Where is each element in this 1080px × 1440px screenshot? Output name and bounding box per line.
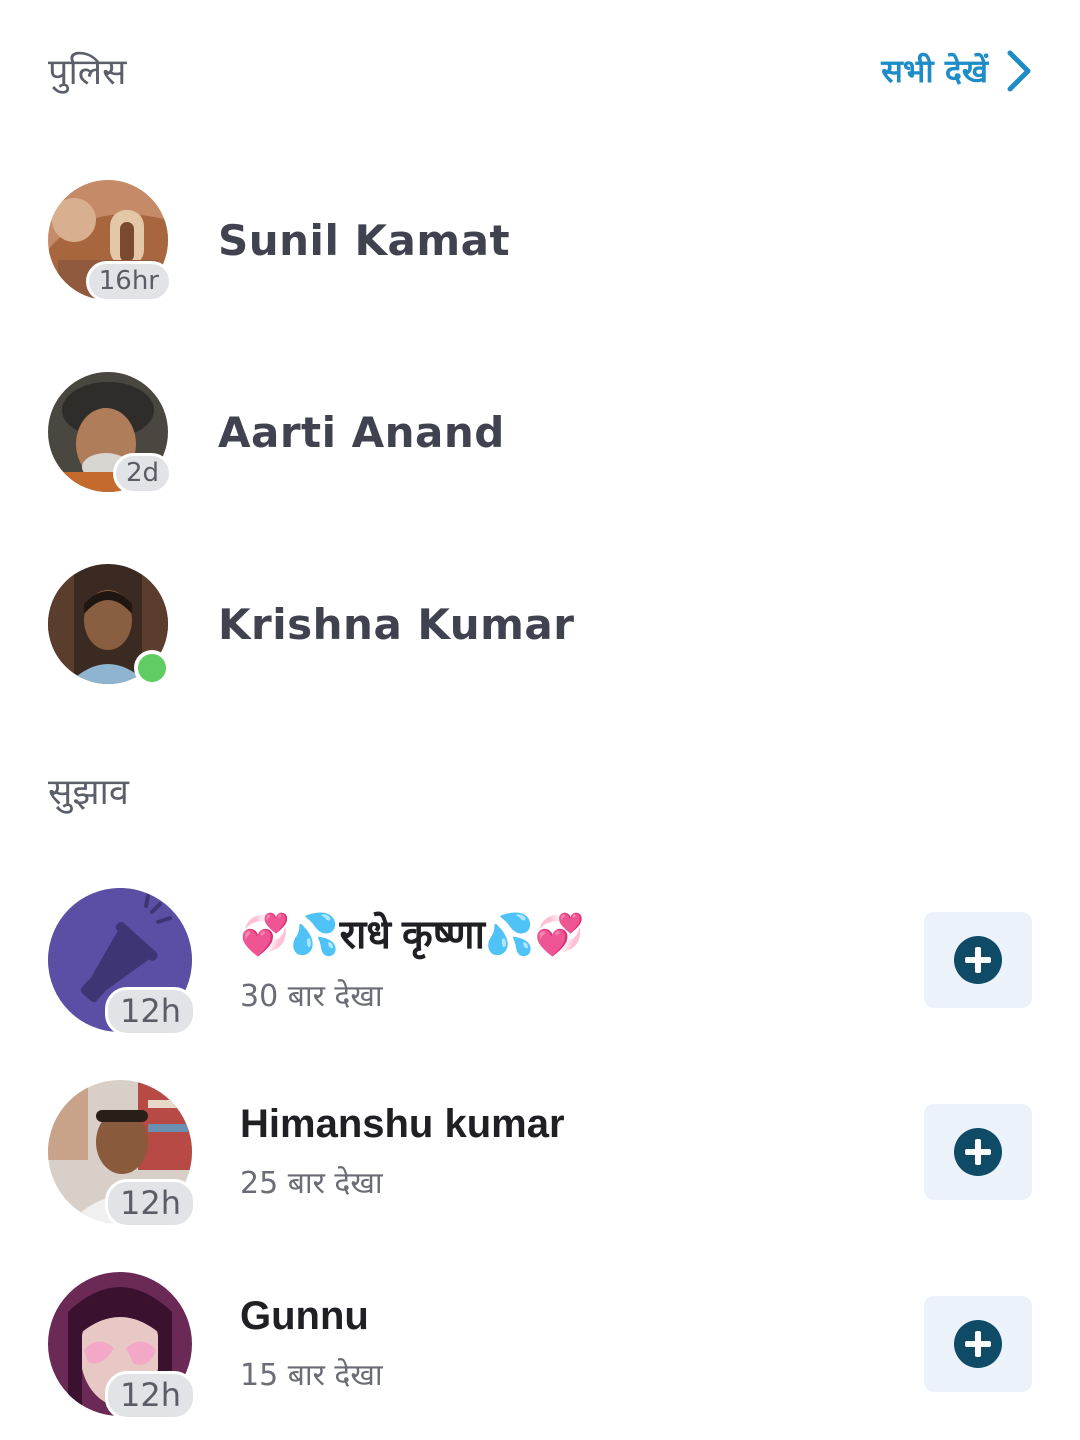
avatar[interactable]: 2d [48, 372, 172, 494]
plus-circle-icon [954, 936, 1002, 984]
see-all-link[interactable]: सभी देखें [881, 49, 1032, 92]
see-all-label: सभी देखें [881, 52, 988, 90]
add-button[interactable] [924, 1296, 1032, 1392]
avatar[interactable]: 12h [48, 1272, 196, 1420]
avatar[interactable] [48, 564, 170, 686]
suggestion-info: 💞💦राधे कृष्णा💦💞 30 बार देखा [240, 905, 924, 1015]
suggestions-section-header: सुझाव [48, 766, 1032, 815]
police-section-header: पुलिस सभी देखें [48, 46, 1032, 95]
time-badge: 2d [112, 453, 172, 494]
time-badge: 12h [105, 1371, 196, 1420]
suggestion-info: Himanshu kumar 25 बार देखा [240, 1102, 924, 1202]
add-button[interactable] [924, 912, 1032, 1008]
add-button[interactable] [924, 1104, 1032, 1200]
time-badge: 12h [105, 987, 196, 1036]
suggestion-row[interactable]: 12h Gunnu 15 बार देखा [48, 1272, 1032, 1420]
suggestion-row[interactable]: 12h 💞💦राधे कृष्णा💦💞 30 बार देखा [48, 888, 1032, 1036]
person-name[interactable]: Sunil Kamat [218, 216, 510, 265]
suggestion-name[interactable]: 💞💦राधे कृष्णा💦💞 [240, 905, 924, 960]
avatar[interactable]: 12h [48, 1080, 196, 1228]
suggestion-name[interactable]: Gunnu [240, 1294, 924, 1339]
suggestion-info: Gunnu 15 बार देखा [240, 1294, 924, 1394]
plus-circle-icon [954, 1320, 1002, 1368]
avatar[interactable]: 12h [48, 888, 196, 1036]
section-title-police: पुलिस [48, 52, 127, 93]
view-count: 15 बार देखा [240, 1358, 383, 1393]
person-row[interactable]: 2d Aarti Anand [48, 372, 1032, 494]
person-name[interactable]: Aarti Anand [218, 408, 505, 457]
chevron-right-icon [1006, 50, 1032, 92]
person-name[interactable]: Krishna Kumar [218, 600, 574, 649]
plus-circle-icon [954, 1128, 1002, 1176]
suggestion-row[interactable]: 12h Himanshu kumar 25 बार देखा [48, 1080, 1032, 1228]
view-count: 25 बार देखा [240, 1166, 383, 1201]
avatar[interactable]: 16hr [48, 180, 172, 302]
section-title-suggestions: सुझाव [48, 772, 129, 813]
suggestion-name[interactable]: Himanshu kumar [240, 1102, 924, 1147]
person-row[interactable]: Krishna Kumar [48, 564, 1032, 686]
time-badge: 16hr [85, 261, 172, 302]
view-count: 30 बार देखा [240, 979, 383, 1014]
online-status-dot [134, 650, 170, 686]
time-badge: 12h [105, 1179, 196, 1228]
person-row[interactable]: 16hr Sunil Kamat [48, 180, 1032, 302]
